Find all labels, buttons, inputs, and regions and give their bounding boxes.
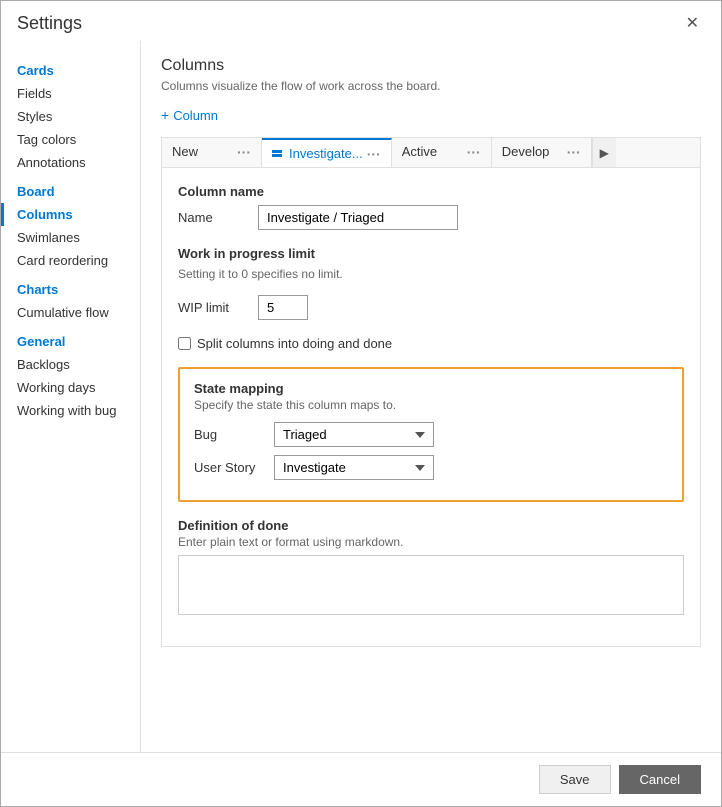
column-tab-develop-name: Develop bbox=[502, 144, 550, 159]
column-tab-investigate-name: Investigate... bbox=[289, 146, 363, 161]
section-desc: Columns visualize the flow of work acros… bbox=[161, 79, 701, 93]
name-input[interactable] bbox=[258, 205, 458, 230]
sidebar-section-general: General bbox=[1, 324, 140, 353]
dialog-title: Settings bbox=[17, 13, 82, 34]
split-column-icon bbox=[272, 150, 282, 157]
state-select-bug[interactable]: Triaged Active New Investigate bbox=[274, 422, 434, 447]
column-tab-active[interactable]: Active ··· bbox=[392, 138, 492, 167]
split-columns-checkbox[interactable] bbox=[178, 337, 191, 350]
close-button[interactable]: ✕ bbox=[680, 11, 705, 35]
column-tab-active-name: Active bbox=[402, 144, 437, 159]
cancel-button[interactable]: Cancel bbox=[619, 765, 701, 794]
dialog-titlebar: Settings ✕ bbox=[1, 1, 721, 41]
wip-field-row: WIP limit bbox=[178, 295, 684, 320]
dod-title: Definition of done bbox=[178, 518, 684, 533]
add-column-label: Column bbox=[173, 108, 218, 123]
sidebar-item-card-reordering[interactable]: Card reordering bbox=[1, 249, 140, 272]
column-tabs: New ··· Investigate... ··· bbox=[161, 137, 701, 168]
section-title: Columns bbox=[161, 57, 701, 75]
dod-section: Definition of done Enter plain text or f… bbox=[178, 518, 684, 618]
name-label: Name bbox=[178, 210, 248, 225]
wip-section-title: Work in progress limit bbox=[178, 246, 684, 261]
sidebar-item-styles[interactable]: Styles bbox=[1, 105, 140, 128]
sidebar-item-backlogs[interactable]: Backlogs bbox=[1, 353, 140, 376]
sidebar-item-working-days[interactable]: Working days bbox=[1, 376, 140, 399]
sidebar-item-columns[interactable]: Columns bbox=[1, 203, 140, 226]
sidebar-item-cumulative-flow[interactable]: Cumulative flow bbox=[1, 301, 140, 324]
sidebar-item-fields[interactable]: Fields bbox=[1, 82, 140, 105]
dod-textarea[interactable] bbox=[178, 555, 684, 615]
column-tab-new-menu[interactable]: ··· bbox=[237, 145, 251, 159]
state-label-user-story: User Story bbox=[194, 460, 264, 475]
plus-icon: + bbox=[161, 107, 169, 123]
sidebar-item-annotations[interactable]: Annotations bbox=[1, 151, 140, 174]
state-mapping-desc: Specify the state this column maps to. bbox=[194, 398, 668, 412]
sidebar-item-swimlanes[interactable]: Swimlanes bbox=[1, 226, 140, 249]
split-columns-row: Split columns into doing and done bbox=[178, 336, 684, 351]
detail-panel: Column name Name Work in progress limit … bbox=[161, 168, 701, 647]
wip-label: WIP limit bbox=[178, 300, 248, 315]
main-content: Columns Columns visualize the flow of wo… bbox=[141, 41, 721, 752]
add-column-button[interactable]: + Column bbox=[161, 107, 218, 123]
sidebar: Cards Fields Styles Tag colors Annotatio… bbox=[1, 41, 141, 752]
state-row-user-story: User Story Investigate Active New Triage… bbox=[194, 455, 668, 480]
sidebar-section-board: Board bbox=[1, 174, 140, 203]
column-name-section-label: Column name bbox=[178, 184, 684, 199]
dialog-body: Cards Fields Styles Tag colors Annotatio… bbox=[1, 41, 721, 752]
save-button[interactable]: Save bbox=[539, 765, 611, 794]
wip-section-desc: Setting it to 0 specifies no limit. bbox=[178, 267, 684, 281]
sidebar-item-working-with-bug[interactable]: Working with bug bbox=[1, 399, 140, 422]
column-name-group: Column name Name bbox=[178, 184, 684, 230]
column-tab-new[interactable]: New ··· bbox=[162, 138, 262, 167]
wip-group: Work in progress limit Setting it to 0 s… bbox=[178, 246, 684, 320]
state-label-bug: Bug bbox=[194, 427, 264, 442]
state-mapping-title: State mapping bbox=[194, 381, 668, 396]
state-row-bug: Bug Triaged Active New Investigate bbox=[194, 422, 668, 447]
dialog-footer: Save Cancel bbox=[1, 752, 721, 806]
dod-desc: Enter plain text or format using markdow… bbox=[178, 535, 684, 549]
column-tab-develop[interactable]: Develop ··· bbox=[492, 138, 592, 167]
split-columns-label: Split columns into doing and done bbox=[197, 336, 392, 351]
wip-input[interactable] bbox=[258, 295, 308, 320]
column-tab-active-menu[interactable]: ··· bbox=[467, 145, 481, 159]
state-mapping-box: State mapping Specify the state this col… bbox=[178, 367, 684, 502]
column-tab-investigate[interactable]: Investigate... ··· bbox=[262, 138, 392, 167]
settings-dialog: Settings ✕ Cards Fields Styles Tag color… bbox=[0, 0, 722, 807]
column-tab-develop-menu[interactable]: ··· bbox=[567, 145, 581, 159]
sidebar-section-charts: Charts bbox=[1, 272, 140, 301]
state-select-user-story[interactable]: Investigate Active New Triaged bbox=[274, 455, 434, 480]
sidebar-item-tag-colors[interactable]: Tag colors bbox=[1, 128, 140, 151]
name-field-row: Name bbox=[178, 205, 684, 230]
column-tab-scroll-right[interactable]: ▶ bbox=[592, 138, 616, 167]
column-tab-new-name: New bbox=[172, 144, 198, 159]
sidebar-section-cards: Cards bbox=[1, 53, 140, 82]
column-tab-investigate-menu[interactable]: ··· bbox=[367, 147, 381, 161]
